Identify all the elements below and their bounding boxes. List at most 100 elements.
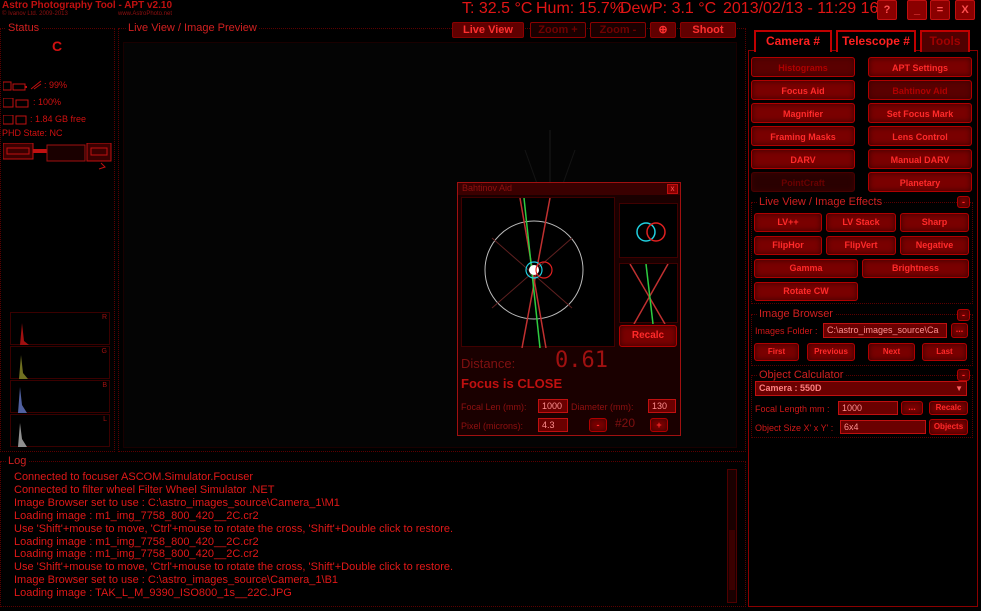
object-size-label: Object Size X' x Y' : <box>755 423 834 433</box>
calculator-title: Object Calculator <box>757 369 846 381</box>
sharp-button[interactable]: Sharp <box>900 213 969 232</box>
diameter-input[interactable]: 130 <box>648 399 676 413</box>
camera-status-letter: C <box>52 38 63 54</box>
tab-tools[interactable]: Tools <box>920 30 970 52</box>
histogram-label-b: B <box>102 382 107 389</box>
magnifier-button[interactable]: Magnifier <box>751 103 855 123</box>
last-button[interactable]: Last <box>922 343 967 361</box>
brightness-button[interactable]: Brightness <box>862 259 969 278</box>
bahtinov-main-view[interactable] <box>461 197 615 349</box>
log-scrollbar[interactable] <box>727 469 737 603</box>
help-button[interactable]: ? <box>877 0 897 20</box>
log-line: Use 'Shift'+mouse to move, 'Ctrl'+mouse … <box>14 522 454 535</box>
framing-masks-button[interactable]: Framing Masks <box>751 126 855 146</box>
histogram-blue: B <box>10 380 110 413</box>
pointcraft-button[interactable]: PointCraft <box>751 172 855 192</box>
humidity-readout: Hum: 15.7% <box>536 0 625 17</box>
log-line: Connected to focuser ASCOM.Simulator.Foc… <box>14 471 254 483</box>
diameter-label: Diameter (mm): <box>571 402 634 412</box>
objects-button[interactable]: Objects <box>929 419 968 435</box>
gamma-button[interactable]: Gamma <box>754 259 858 278</box>
histogram-label-g: G <box>101 348 107 355</box>
phd-connector-icon[interactable] <box>2 142 113 171</box>
battery-icon <box>2 78 29 91</box>
pixel-input[interactable]: 4.3 <box>538 418 568 432</box>
shoot-button[interactable]: Shoot <box>680 22 736 38</box>
effects-collapse-button[interactable]: - <box>957 196 970 208</box>
pixel-label: Pixel (microns): <box>461 421 524 431</box>
rotate-cw-button[interactable]: Rotate CW <box>754 282 858 301</box>
camera-select-value: Camera : 550D <box>759 383 822 393</box>
bahtinov-title: Bahtinov Aid <box>462 183 513 193</box>
count-value: #20 <box>615 416 636 430</box>
object-size-input[interactable]: 6x4 <box>840 420 926 434</box>
live-view-button[interactable]: Live View <box>452 22 524 38</box>
histograms-button[interactable]: Histograms <box>751 57 855 77</box>
log-line: Image Browser set to use : C:\astro_imag… <box>14 496 340 509</box>
planetary-button[interactable]: Planetary <box>868 172 972 192</box>
log-line: Loading image : m1_img_7758_800_420__2C.… <box>14 509 259 522</box>
calculator-collapse-button[interactable]: - <box>957 369 970 381</box>
log-line: Loading image : m1_img_7758_800_420__2C.… <box>14 535 259 548</box>
lens-control-button[interactable]: Lens Control <box>868 126 972 146</box>
count-plus-button[interactable]: + <box>650 418 668 432</box>
copyright: © Ivanov Ltd. 2009-2013 <box>2 11 68 17</box>
log-title: Log <box>6 455 29 467</box>
log-line: Loading image : m1_img_7758_800_420__2C.… <box>14 548 259 561</box>
log-line: Image Browser set to use : C:\astro_imag… <box>14 574 339 587</box>
tab-camera[interactable]: Camera # <box>754 30 832 52</box>
images-folder-input[interactable]: C:\astro_images_source\Ca <box>823 323 947 338</box>
bahtinov-aid-button[interactable]: Bahtinov Aid <box>868 80 972 100</box>
apt-settings-button[interactable]: APT Settings <box>868 57 972 77</box>
chevron-down-icon: ▼ <box>955 384 963 393</box>
battery-value: : 99% <box>44 80 68 90</box>
negative-button[interactable]: Negative <box>900 236 969 255</box>
close-button[interactable]: X <box>955 0 975 20</box>
zoom-out-button[interactable]: Zoom - <box>590 22 646 38</box>
browser-collapse-button[interactable]: - <box>957 309 970 321</box>
focus-aid-button[interactable]: Focus Aid <box>751 80 855 100</box>
storage-icon <box>2 95 31 108</box>
log-scroll-thumb[interactable] <box>729 530 735 590</box>
histogram-green: G <box>10 346 110 379</box>
bahtinov-recalc-button[interactable]: Recalc <box>619 325 677 347</box>
histogram-label-l: L <box>103 416 107 423</box>
minimize-button[interactable]: _ <box>907 0 927 20</box>
manual-darv-button[interactable]: Manual DARV <box>868 149 972 169</box>
focus-status: Focus is CLOSE <box>461 376 563 391</box>
histogram-label-r: R <box>101 314 107 321</box>
lvpp-button[interactable]: LV++ <box>754 213 822 232</box>
crosshair-button[interactable]: ⊕ <box>650 22 676 38</box>
phd-state: PHD State: NC <box>2 128 63 138</box>
focal-length-input[interactable]: 1000 <box>838 401 898 415</box>
previous-button[interactable]: Previous <box>807 343 855 361</box>
disk-value: : 1.84 GB free <box>30 114 87 124</box>
temperature-readout: T: 32.5 °C <box>462 0 533 17</box>
bahtinov-close-button[interactable]: x <box>667 184 678 194</box>
histogram-luminance: L <box>10 414 110 447</box>
focal-len-label: Focal Len (mm): <box>461 402 527 412</box>
set-focus-mark-button[interactable]: Set Focus Mark <box>868 103 972 123</box>
storage-value: : 100% <box>33 97 62 107</box>
log-line: Use 'Shift'+mouse to move, 'Ctrl'+mouse … <box>14 561 454 574</box>
tab-telescope[interactable]: Telescope # <box>836 30 916 52</box>
calculator-recalc-button[interactable]: Recalc <box>929 401 968 415</box>
fliphor-button[interactable]: FlipHor <box>754 236 822 255</box>
histogram-red: R <box>10 312 110 345</box>
maximize-button[interactable]: = <box>930 0 950 20</box>
lv-stack-button[interactable]: LV Stack <box>826 213 896 232</box>
images-folder-browse-button[interactable]: ... <box>951 323 968 338</box>
status-title: Status <box>6 22 42 34</box>
count-minus-button[interactable]: - <box>589 418 607 432</box>
darv-button[interactable]: DARV <box>751 149 855 169</box>
first-button[interactable]: First <box>754 343 799 361</box>
next-button[interactable]: Next <box>868 343 915 361</box>
focal-length-label: Focal Length mm : <box>755 404 830 414</box>
camera-select[interactable]: Camera : 550D ▼ <box>755 381 967 396</box>
focal-len-input[interactable]: 1000 <box>538 399 568 413</box>
zoom-in-button[interactable]: Zoom + <box>530 22 586 38</box>
flipvert-button[interactable]: FlipVert <box>826 236 896 255</box>
effects-title: Live View / Image Effects <box>757 196 885 208</box>
signal-icon <box>30 77 42 90</box>
focal-length-browse-button[interactable]: ... <box>901 401 923 415</box>
